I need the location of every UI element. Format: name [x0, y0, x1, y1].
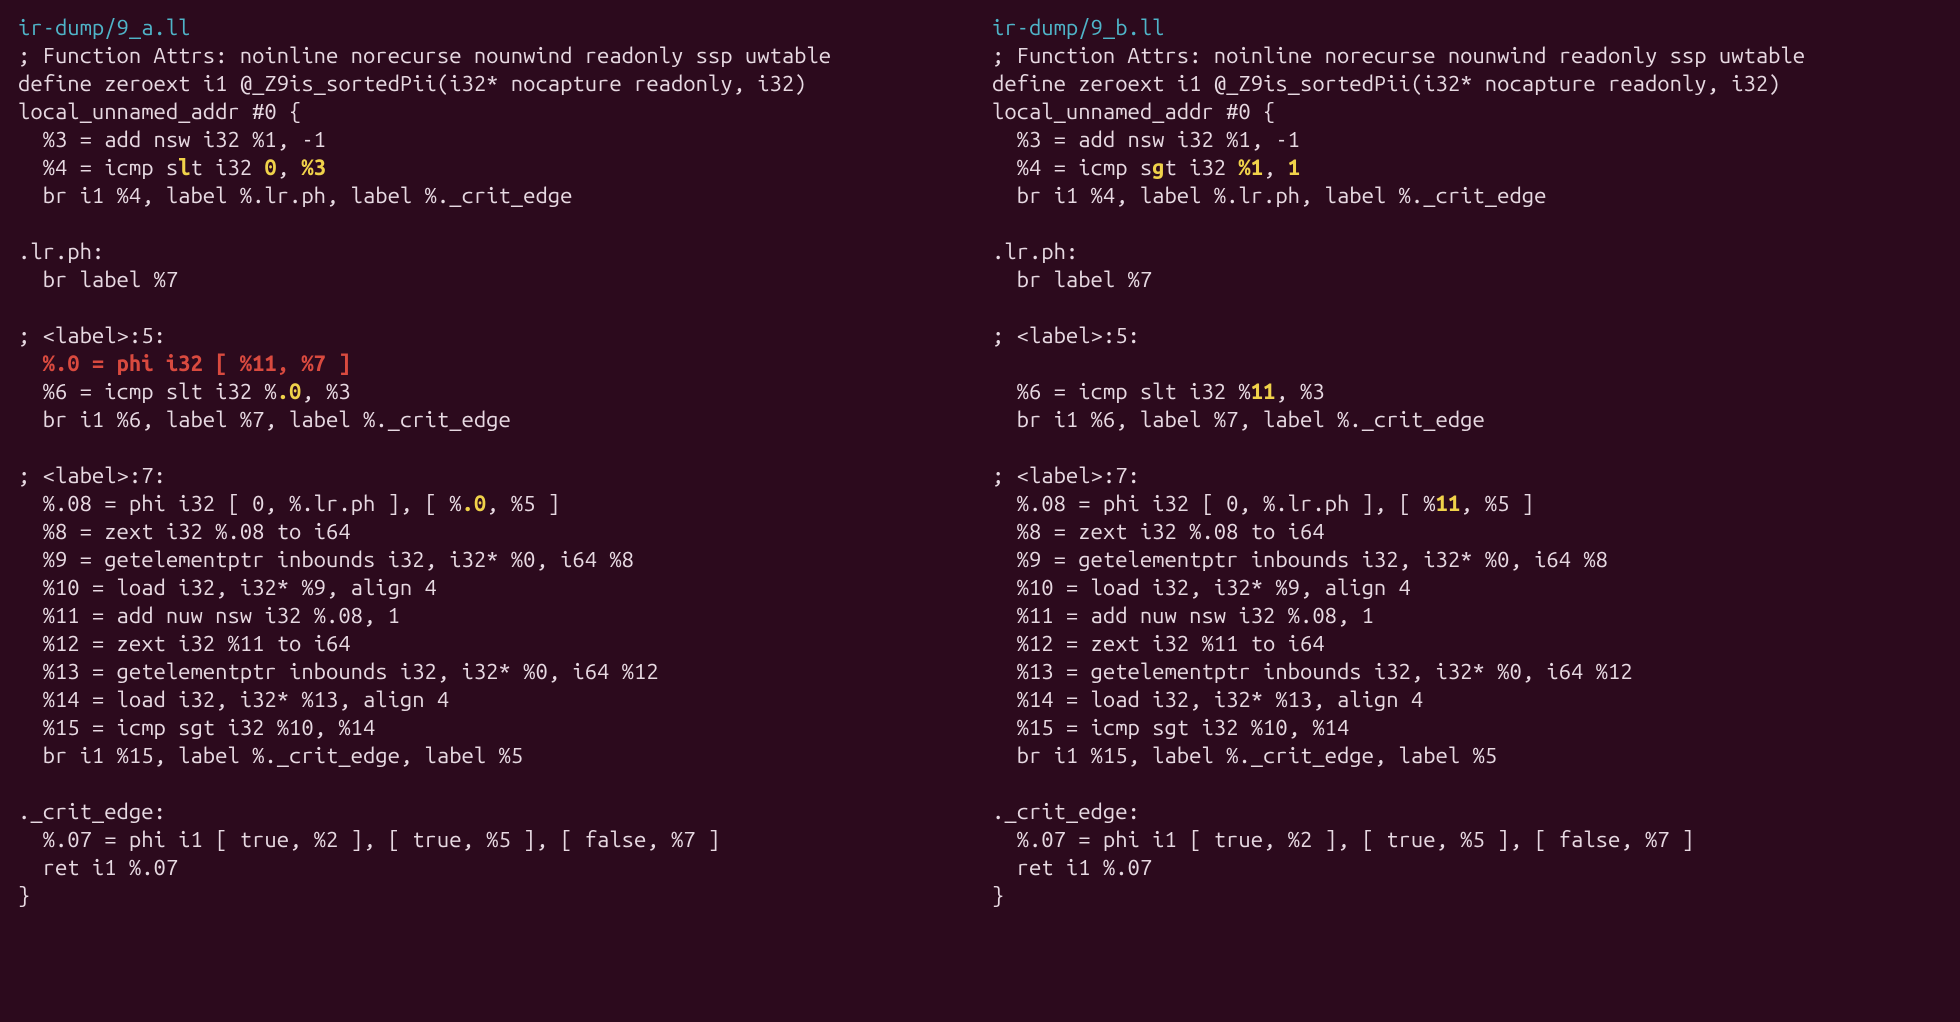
code-segment: %15 = icmp sgt i32 %10, %14: [18, 715, 375, 740]
right-code[interactable]: ; Function Attrs: noinline norecurse nou…: [992, 42, 1960, 910]
code-segment: , %5 ]: [486, 491, 560, 516]
code-segment: ; <label>:7:: [992, 463, 1140, 488]
code-segment: %.07 = phi i1 [ true, %2 ], [ true, %5 ]…: [992, 827, 1694, 852]
code-segment: ; <label>:7:: [18, 463, 166, 488]
code-segment: %8 = zext i32 %.08 to i64: [992, 519, 1325, 544]
code-segment: %3 = add nsw i32 %1, -1: [18, 127, 326, 152]
left-filename: ir-dump/9_a.ll: [18, 14, 980, 42]
code-segment: ._crit_edge:: [992, 799, 1140, 824]
code-segment: .lr.ph:: [18, 239, 104, 264]
code-segment: , %3: [1275, 379, 1324, 404]
code-segment: %14 = load i32, i32* %13, align 4: [992, 687, 1423, 712]
code-segment: %13 = getelementptr inbounds i32, i32* %…: [992, 659, 1633, 684]
code-segment: , %3: [301, 379, 350, 404]
code-segment: %10 = load i32, i32* %9, align 4: [18, 575, 437, 600]
code-segment: %3: [301, 155, 326, 180]
code-segment: %15 = icmp sgt i32 %10, %14: [992, 715, 1349, 740]
code-segment: ; Function Attrs: noinline norecurse nou…: [18, 43, 831, 68]
right-pane[interactable]: ir-dump/9_b.ll ; Function Attrs: noinlin…: [980, 0, 1960, 1022]
code-segment: %3 = add nsw i32 %1, -1: [992, 127, 1300, 152]
code-segment: br i1 %15, label %._crit_edge, label %5: [992, 743, 1497, 768]
code-segment: %.08 = phi i32 [ 0, %.lr.ph ], [ %: [992, 491, 1436, 516]
code-segment: %11 = add nuw nsw i32 %.08, 1: [18, 603, 400, 628]
code-segment: ret i1 %.07: [18, 855, 178, 880]
code-segment: br label %7: [18, 267, 178, 292]
code-segment: %6 = icmp slt i32 %: [18, 379, 277, 404]
code-segment: [18, 351, 43, 376]
code-segment: %.0 = phi i32 [ %11, %7 ]: [43, 351, 351, 376]
code-segment: %14 = load i32, i32* %13, align 4: [18, 687, 449, 712]
code-segment: .0: [277, 379, 302, 404]
left-pane[interactable]: ir-dump/9_a.ll ; Function Attrs: noinlin…: [0, 0, 980, 1022]
code-segment: %6 = icmp slt i32 %: [992, 379, 1251, 404]
code-segment: %13 = getelementptr inbounds i32, i32* %…: [18, 659, 659, 684]
code-segment: ._crit_edge:: [18, 799, 166, 824]
code-segment: br label %7: [992, 267, 1152, 292]
code-segment: 11: [1436, 491, 1461, 516]
code-segment: }: [18, 883, 30, 908]
code-segment: ; Function Attrs: noinline norecurse nou…: [992, 43, 1805, 68]
code-segment: br i1 %6, label %7, label %._crit_edge: [992, 407, 1485, 432]
code-segment: ; <label>:5:: [18, 323, 166, 348]
code-segment: 1: [1288, 155, 1300, 180]
code-segment: br i1 %15, label %._crit_edge, label %5: [18, 743, 523, 768]
code-segment: t i32: [191, 155, 265, 180]
code-segment: %11 = add nuw nsw i32 %.08, 1: [992, 603, 1374, 628]
code-segment: define zeroext i1 @_Z9is_sortedPii(i32* …: [18, 71, 806, 96]
code-segment: %1: [1238, 155, 1263, 180]
code-segment: l: [178, 155, 190, 180]
code-segment: %8 = zext i32 %.08 to i64: [18, 519, 351, 544]
code-segment: g: [1152, 155, 1164, 180]
code-segment: %12 = zext i32 %11 to i64: [18, 631, 351, 656]
left-code[interactable]: ; Function Attrs: noinline norecurse nou…: [18, 42, 980, 910]
code-segment: local_unnamed_addr #0 {: [992, 99, 1275, 124]
code-segment: %4 = icmp s: [992, 155, 1152, 180]
code-segment: }: [992, 883, 1004, 908]
code-segment: t i32: [1165, 155, 1239, 180]
code-segment: %10 = load i32, i32* %9, align 4: [992, 575, 1411, 600]
code-segment: br i1 %6, label %7, label %._crit_edge: [18, 407, 511, 432]
code-segment: , %5 ]: [1460, 491, 1534, 516]
code-segment: ,: [277, 155, 302, 180]
diff-view: ir-dump/9_a.ll ; Function Attrs: noinlin…: [0, 0, 1960, 1022]
code-segment: define zeroext i1 @_Z9is_sortedPii(i32* …: [992, 71, 1780, 96]
code-segment: local_unnamed_addr #0 {: [18, 99, 301, 124]
code-segment: ; <label>:5:: [992, 323, 1140, 348]
code-segment: %12 = zext i32 %11 to i64: [992, 631, 1325, 656]
code-segment: %9 = getelementptr inbounds i32, i32* %0…: [18, 547, 634, 572]
code-segment: br i1 %4, label %.lr.ph, label %._crit_e…: [992, 183, 1546, 208]
right-filename: ir-dump/9_b.ll: [992, 14, 1960, 42]
code-segment: br i1 %4, label %.lr.ph, label %._crit_e…: [18, 183, 572, 208]
code-segment: ,: [1263, 155, 1288, 180]
code-segment: %.08 = phi i32 [ 0, %.lr.ph ], [ %: [18, 491, 462, 516]
code-segment: .0: [462, 491, 487, 516]
code-segment: 0: [264, 155, 276, 180]
code-segment: %9 = getelementptr inbounds i32, i32* %0…: [992, 547, 1608, 572]
code-segment: .lr.ph:: [992, 239, 1078, 264]
code-segment: %4 = icmp s: [18, 155, 178, 180]
code-segment: %.07 = phi i1 [ true, %2 ], [ true, %5 ]…: [18, 827, 720, 852]
code-segment: ret i1 %.07: [992, 855, 1152, 880]
code-segment: 11: [1251, 379, 1276, 404]
